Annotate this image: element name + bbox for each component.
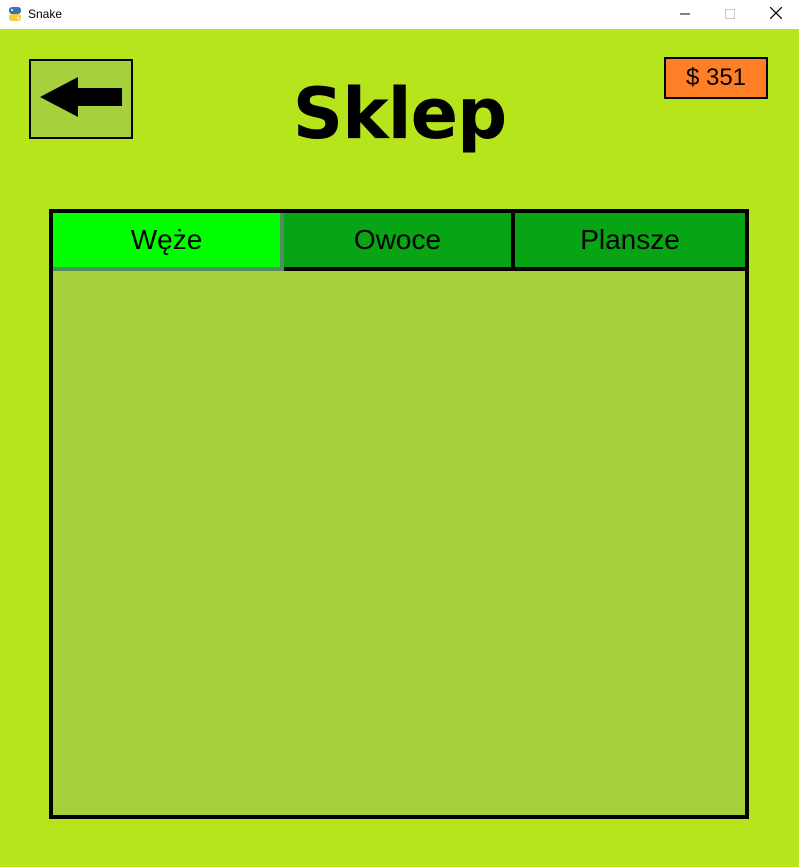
tab-fruits[interactable]: Owoce (284, 213, 515, 271)
window-titlebar: Snake (0, 0, 799, 29)
close-icon (769, 6, 783, 24)
maximize-icon (725, 6, 735, 24)
tab-label: Owoce (353, 224, 442, 255)
minimize-icon (680, 6, 690, 24)
money-amount: $ 351 (685, 64, 747, 91)
minimize-button[interactable] (662, 0, 708, 29)
maximize-button[interactable] (707, 0, 753, 29)
close-button[interactable] (753, 0, 799, 29)
tab-boards[interactable]: Plansze (515, 213, 745, 271)
tab-label: Węże (130, 224, 203, 255)
shop-items-area (53, 271, 745, 815)
window-title: Snake (28, 7, 63, 21)
game-screen: Sklep $ 351 Węże Owoce Plansze (0, 29, 799, 867)
tab-snakes[interactable]: Węże (53, 213, 284, 271)
python-icon (7, 6, 23, 22)
money-badge: $ 351 (664, 57, 768, 99)
shop-panel: Węże Owoce Plansze (49, 209, 749, 819)
tab-label: Plansze (580, 224, 680, 255)
shop-tabs: Węże Owoce Plansze (53, 213, 745, 271)
